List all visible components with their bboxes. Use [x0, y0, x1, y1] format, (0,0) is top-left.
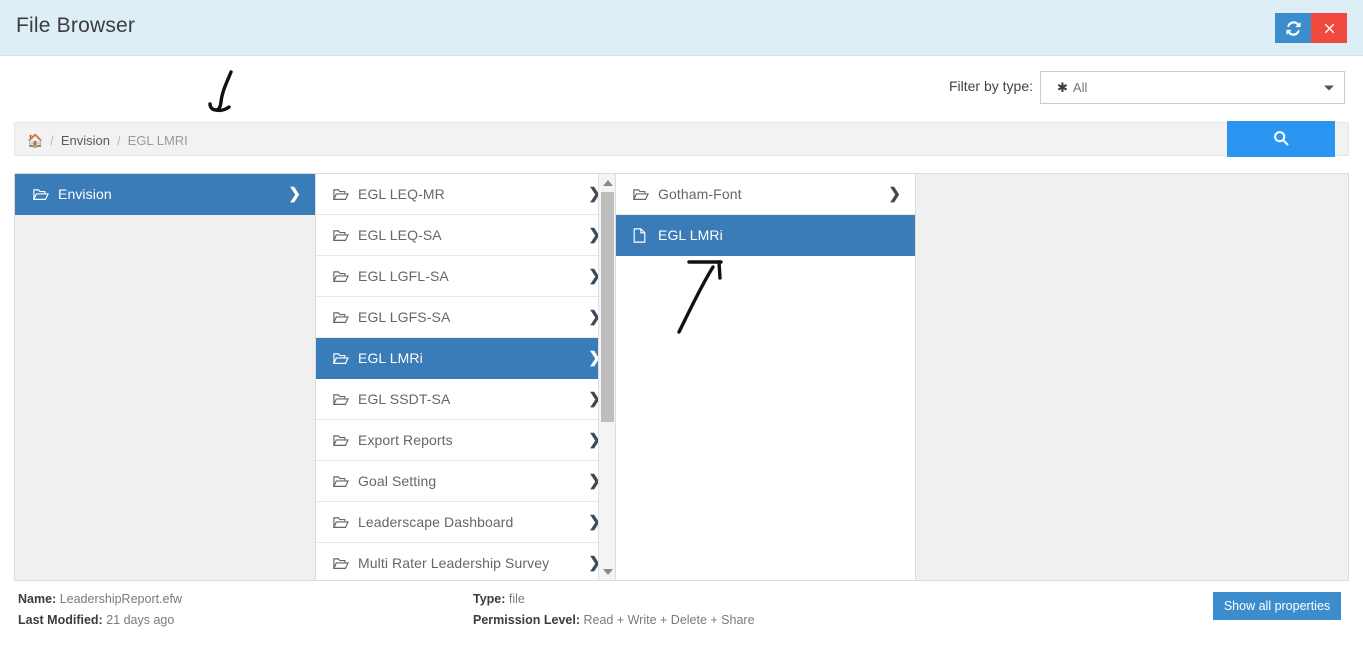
page-title: File Browser [16, 14, 136, 37]
folder-icon [333, 475, 350, 488]
breadcrumb-item-envision[interactable]: Envision [61, 133, 110, 148]
folder-icon [333, 352, 350, 365]
breadcrumb-bar: 🏠 / Envision / EGL LMRI [14, 122, 1349, 156]
list-item-label: Leaderscape Dashboard [358, 514, 514, 530]
list-item[interactable]: EGL SSDT-SA ❯ [316, 379, 615, 420]
detail-type: Type: file [473, 592, 525, 606]
breadcrumb-separator-2: / [116, 132, 121, 148]
show-all-properties-button[interactable]: Show all properties [1213, 592, 1341, 620]
list-item[interactable]: Gotham-Font ❯ [616, 174, 915, 215]
column-2-list: EGL LEQ-MR ❯ EGL LEQ-SA ❯ EGL LGFL-SA ❯ [316, 174, 615, 580]
column-2: EGL LEQ-MR ❯ EGL LEQ-SA ❯ EGL LGFL-SA ❯ [316, 174, 616, 580]
list-item-label: Export Reports [358, 432, 453, 448]
list-item-label: Multi Rater Leadership Survey [358, 555, 550, 571]
breadcrumb-separator-1: / [50, 132, 54, 148]
list-item-label: EGL SSDT-SA [358, 391, 451, 407]
list-item[interactable]: EGL LGFL-SA ❯ [316, 256, 615, 297]
detail-permission-value: Read + Write + Delete + Share [583, 613, 755, 627]
list-item[interactable]: EGL LEQ-SA ❯ [316, 215, 615, 256]
search-icon [1273, 130, 1289, 149]
list-item-label: EGL LMRi [658, 227, 723, 243]
list-item[interactable]: EGL LGFS-SA ❯ [316, 297, 615, 338]
scrollbar-thumb[interactable] [601, 192, 614, 422]
chevron-right-icon: ❯ [288, 185, 301, 203]
list-item[interactable]: EGL LMRi [616, 215, 915, 256]
filter-type-selected-value: All [1072, 80, 1088, 95]
file-details-panel: Name: LeadershipReport.efw Last Modified… [0, 583, 1363, 654]
list-item[interactable]: Leaderscape Dashboard ❯ [316, 502, 615, 543]
window-title-bar: File Browser [0, 0, 1363, 56]
list-item-label: EGL LGFL-SA [358, 268, 449, 284]
breadcrumb-item-current: EGL LMRI [127, 132, 188, 148]
asterisk-icon: ✱ [1057, 80, 1068, 95]
folder-icon [33, 188, 50, 201]
file-browser-window: File Browser Filter by type: ✱ All 🏠 / E… [0, 0, 1363, 654]
folder-icon [333, 229, 350, 242]
column-3-list: Gotham-Font ❯ EGL LMRi [616, 174, 915, 256]
detail-name: Name: LeadershipReport.efw [18, 592, 182, 606]
list-item-label: Gotham-Font [658, 186, 742, 202]
window-controls [1275, 13, 1347, 43]
list-item-label: EGL LGFS-SA [358, 309, 451, 325]
detail-name-key: Name: [18, 592, 57, 606]
column-1: Envision ❯ [15, 174, 316, 580]
detail-permission-key: Permission Level: [473, 613, 580, 627]
folder-icon [333, 434, 350, 447]
filter-type-select[interactable]: ✱ All [1040, 71, 1345, 104]
folder-icon [333, 393, 350, 406]
file-browser-columns: Envision ❯ EGL LEQ-MR ❯ EGL LEQ-SA ❯ EGL… [14, 173, 1349, 581]
list-item-label: Goal Setting [358, 473, 437, 489]
column-2-scrollbar[interactable] [598, 174, 615, 580]
folder-icon [333, 516, 350, 529]
list-item[interactable]: Multi Rater Leadership Survey ❯ [316, 543, 615, 580]
detail-type-key: Type: [473, 592, 506, 606]
folder-icon [333, 270, 350, 283]
list-item[interactable]: EGL LMRi ❯ [316, 338, 615, 379]
list-item[interactable]: Goal Setting ❯ [316, 461, 615, 502]
scroll-up-arrow-icon[interactable] [599, 174, 615, 191]
folder-icon [333, 311, 350, 324]
folder-icon [633, 188, 650, 201]
list-item-label: EGL LEQ-SA [358, 227, 442, 243]
search-button[interactable] [1227, 121, 1335, 157]
filter-by-type-label: Filter by type: [948, 78, 1033, 94]
folder-icon [333, 557, 350, 570]
close-button[interactable] [1311, 13, 1347, 43]
list-item[interactable]: Envision ❯ [15, 174, 315, 215]
folder-icon [333, 188, 350, 201]
detail-last-modified-value: 21 days ago [106, 613, 175, 627]
detail-name-value: LeadershipReport.efw [59, 592, 182, 606]
scroll-down-arrow-icon[interactable] [599, 563, 615, 580]
chevron-down-icon [1324, 85, 1334, 90]
close-icon [1323, 22, 1336, 35]
detail-last-modified: Last Modified: 21 days ago [18, 613, 174, 627]
list-item[interactable]: EGL LEQ-MR ❯ [316, 174, 615, 215]
list-item[interactable]: Export Reports ❯ [316, 420, 615, 461]
home-icon[interactable]: 🏠 [27, 134, 43, 147]
refresh-button[interactable] [1275, 13, 1311, 43]
filter-type-select-value-wrap: ✱ All [1057, 72, 1087, 103]
chevron-right-icon: ❯ [888, 185, 901, 203]
column-1-list: Envision ❯ [15, 174, 315, 215]
list-item-label: EGL LMRi [358, 350, 423, 366]
column-4-preview-pane [916, 174, 1348, 580]
refresh-icon [1285, 20, 1301, 36]
file-icon [633, 227, 650, 243]
breadcrumb: 🏠 / Envision / EGL LMRI [27, 123, 188, 157]
list-item-label: Envision [58, 186, 112, 202]
detail-permission-level: Permission Level: Read + Write + Delete … [473, 613, 755, 627]
column-3: Gotham-Font ❯ EGL LMRi [616, 174, 916, 580]
detail-type-value: file [508, 592, 525, 606]
list-item-label: EGL LEQ-MR [358, 186, 445, 202]
detail-last-modified-key: Last Modified: [18, 613, 103, 627]
